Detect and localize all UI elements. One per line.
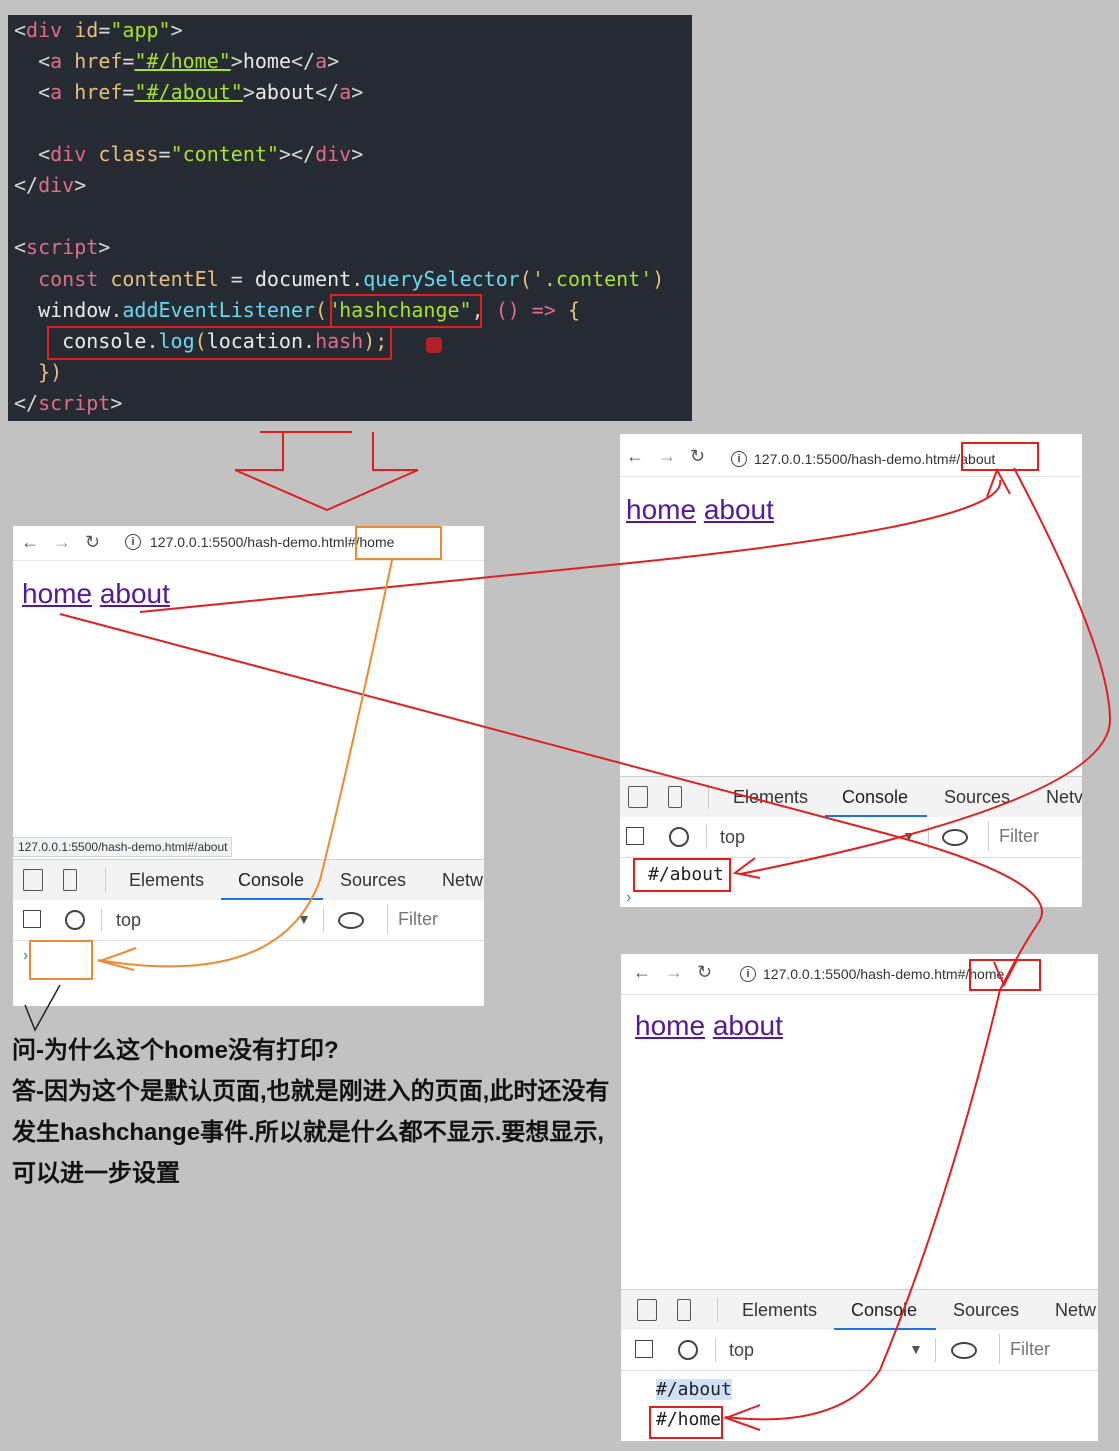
breakpoint-marker[interactable] (426, 337, 442, 353)
inspect-icon[interactable] (23, 869, 43, 891)
code-line-13: </script> (14, 391, 123, 415)
code-line-1: <div id="app"> (14, 18, 183, 42)
address-bar: ← → ↻ i 127.0.0.1:5500/hash-demo.htm#/ab… (620, 434, 1082, 477)
forward-arrow-icon[interactable]: → (665, 962, 683, 983)
console-prompt-icon[interactable]: › (23, 947, 28, 965)
browser-window-home: ← → ↻ i 127.0.0.1:5500/hash-demo.html#/h… (13, 526, 484, 1006)
device-toggle-icon[interactable] (63, 869, 77, 891)
address-bar: ← → ↻ i 127.0.0.1:5500/hash-demo.htm#/ho… (621, 954, 1098, 995)
clear-console-icon[interactable] (669, 827, 689, 847)
tab-elements[interactable]: Elements (129, 870, 204, 891)
code-line-11: console.log(location.hash); (62, 329, 388, 353)
sidebar-toggle-icon[interactable] (626, 827, 644, 845)
code-line-2: <a href="#/home">home</a> (38, 49, 340, 73)
reload-icon[interactable]: ↻ (697, 962, 712, 983)
answer-text: 答-因为这个是默认页面,也就是刚进入的页面,此时还没有发生hashchange事… (12, 1078, 610, 1187)
devtools-tabs: Elements Console Sources Netv (620, 776, 1082, 818)
filter-input[interactable]: Filter (988, 821, 1082, 851)
tab-console[interactable]: Console (842, 787, 908, 808)
code-line-9: const contentEl = document.querySelector… (38, 267, 665, 291)
device-toggle-icon[interactable] (677, 1299, 691, 1321)
console-line: #/about (648, 864, 724, 885)
code-editor: <div id="app"> <a href="#/home">home</a>… (8, 15, 692, 421)
link-about[interactable]: about (713, 1010, 783, 1041)
code-line-5: <div class="content"></div> (38, 142, 364, 166)
console-toolbar: top ▼ Filter (621, 1330, 1098, 1371)
filter-input[interactable]: Filter (999, 1334, 1098, 1364)
code-line-10: window.addEventListener("hashchange", ()… (38, 298, 580, 322)
back-arrow-icon[interactable]: ← (633, 962, 651, 983)
tab-elements[interactable]: Elements (742, 1300, 817, 1321)
question-text: 问-为什么这个home没有打印? (12, 1037, 339, 1064)
chevron-down-icon[interactable]: ▼ (297, 911, 311, 927)
inspect-icon[interactable] (628, 786, 648, 808)
info-icon[interactable]: i (731, 451, 747, 467)
filter-input[interactable]: Filter (387, 904, 484, 934)
page-links: home about (635, 1010, 783, 1042)
page-links: home about (626, 494, 774, 526)
inspect-icon[interactable] (637, 1299, 657, 1321)
console-line: #/home (656, 1409, 722, 1430)
forward-arrow-icon[interactable]: → (658, 446, 676, 467)
status-bar-url: 127.0.0.1:5500/hash-demo.html#/about (13, 837, 233, 857)
tab-network[interactable]: Netv (1046, 787, 1082, 808)
tab-network[interactable]: Netw (442, 870, 483, 891)
devtools-panel: Elements Console Sources Netv top ▼ Filt… (620, 776, 1082, 907)
link-about[interactable]: about (704, 494, 774, 525)
console-toolbar: top ▼ Filter (620, 817, 1082, 858)
address-bar: ← → ↻ i 127.0.0.1:5500/hash-demo.html#/h… (13, 526, 484, 561)
tab-console[interactable]: Console (851, 1300, 917, 1321)
devtools-tabs: Elements Console Sources Netw (621, 1289, 1098, 1331)
eye-icon[interactable] (338, 912, 364, 929)
forward-arrow-icon[interactable]: → (53, 532, 71, 553)
sidebar-toggle-icon[interactable] (23, 910, 41, 928)
link-home[interactable]: home (626, 494, 696, 525)
chevron-down-icon[interactable]: ▼ (909, 1341, 923, 1357)
tab-elements[interactable]: Elements (733, 787, 808, 808)
code-line-8: <script> (14, 235, 111, 259)
page-links: home about (22, 578, 170, 610)
code-line-6: </div> (14, 173, 87, 197)
reload-icon[interactable]: ↻ (690, 446, 705, 467)
tab-network[interactable]: Netw (1055, 1300, 1096, 1321)
link-about[interactable]: about (100, 578, 170, 609)
down-arrow-shape (234, 432, 419, 512)
devtools-panel: Elements Console Sources Netw top ▼ Filt… (621, 1289, 1098, 1441)
code-line-3: <a href="#/about">about</a> (38, 80, 364, 104)
device-toggle-icon[interactable] (668, 786, 682, 808)
reload-icon[interactable]: ↻ (85, 532, 100, 553)
code-line-12: }) (38, 360, 63, 384)
info-icon[interactable]: i (740, 966, 756, 982)
tab-sources[interactable]: Sources (944, 787, 1010, 808)
tab-sources[interactable]: Sources (340, 870, 406, 891)
clear-console-icon[interactable] (65, 910, 85, 930)
context-select[interactable]: top (729, 1340, 754, 1361)
url-text[interactable]: 127.0.0.1:5500/hash-demo.htm#/about (754, 451, 995, 467)
console-toolbar: top ▼ Filter (13, 900, 484, 941)
context-select[interactable]: top (116, 910, 141, 931)
tab-sources[interactable]: Sources (953, 1300, 1019, 1321)
console-line: #/about (656, 1379, 732, 1400)
link-home[interactable]: home (22, 578, 92, 609)
browser-window-home-return: ← → ↻ i 127.0.0.1:5500/hash-demo.htm#/ho… (621, 954, 1098, 1441)
link-home[interactable]: home (635, 1010, 705, 1041)
context-select[interactable]: top (720, 827, 745, 848)
clear-console-icon[interactable] (678, 1340, 698, 1360)
eye-icon[interactable] (942, 829, 968, 846)
eye-icon[interactable] (951, 1342, 977, 1359)
back-arrow-icon[interactable]: ← (626, 446, 644, 467)
console-prompt-icon[interactable]: › (626, 889, 631, 907)
devtools-panel: Elements Console Sources Netw top ▼ Filt… (13, 859, 484, 1006)
url-text[interactable]: 127.0.0.1:5500/hash-demo.htm#/home (763, 966, 1004, 982)
chevron-down-icon[interactable]: ▼ (902, 828, 916, 844)
browser-window-about: ← → ↻ i 127.0.0.1:5500/hash-demo.htm#/ab… (620, 434, 1082, 907)
devtools-tabs: Elements Console Sources Netw (13, 859, 484, 901)
url-text[interactable]: 127.0.0.1:5500/hash-demo.html#/home (150, 534, 394, 550)
back-arrow-icon[interactable]: ← (21, 532, 39, 553)
sidebar-toggle-icon[interactable] (635, 1340, 653, 1358)
tab-console[interactable]: Console (238, 870, 304, 891)
info-icon[interactable]: i (125, 534, 141, 550)
qa-annotation: 问-为什么这个home没有打印? 答-因为这个是默认页面,也就是刚进入的页面,此… (12, 1030, 612, 1194)
